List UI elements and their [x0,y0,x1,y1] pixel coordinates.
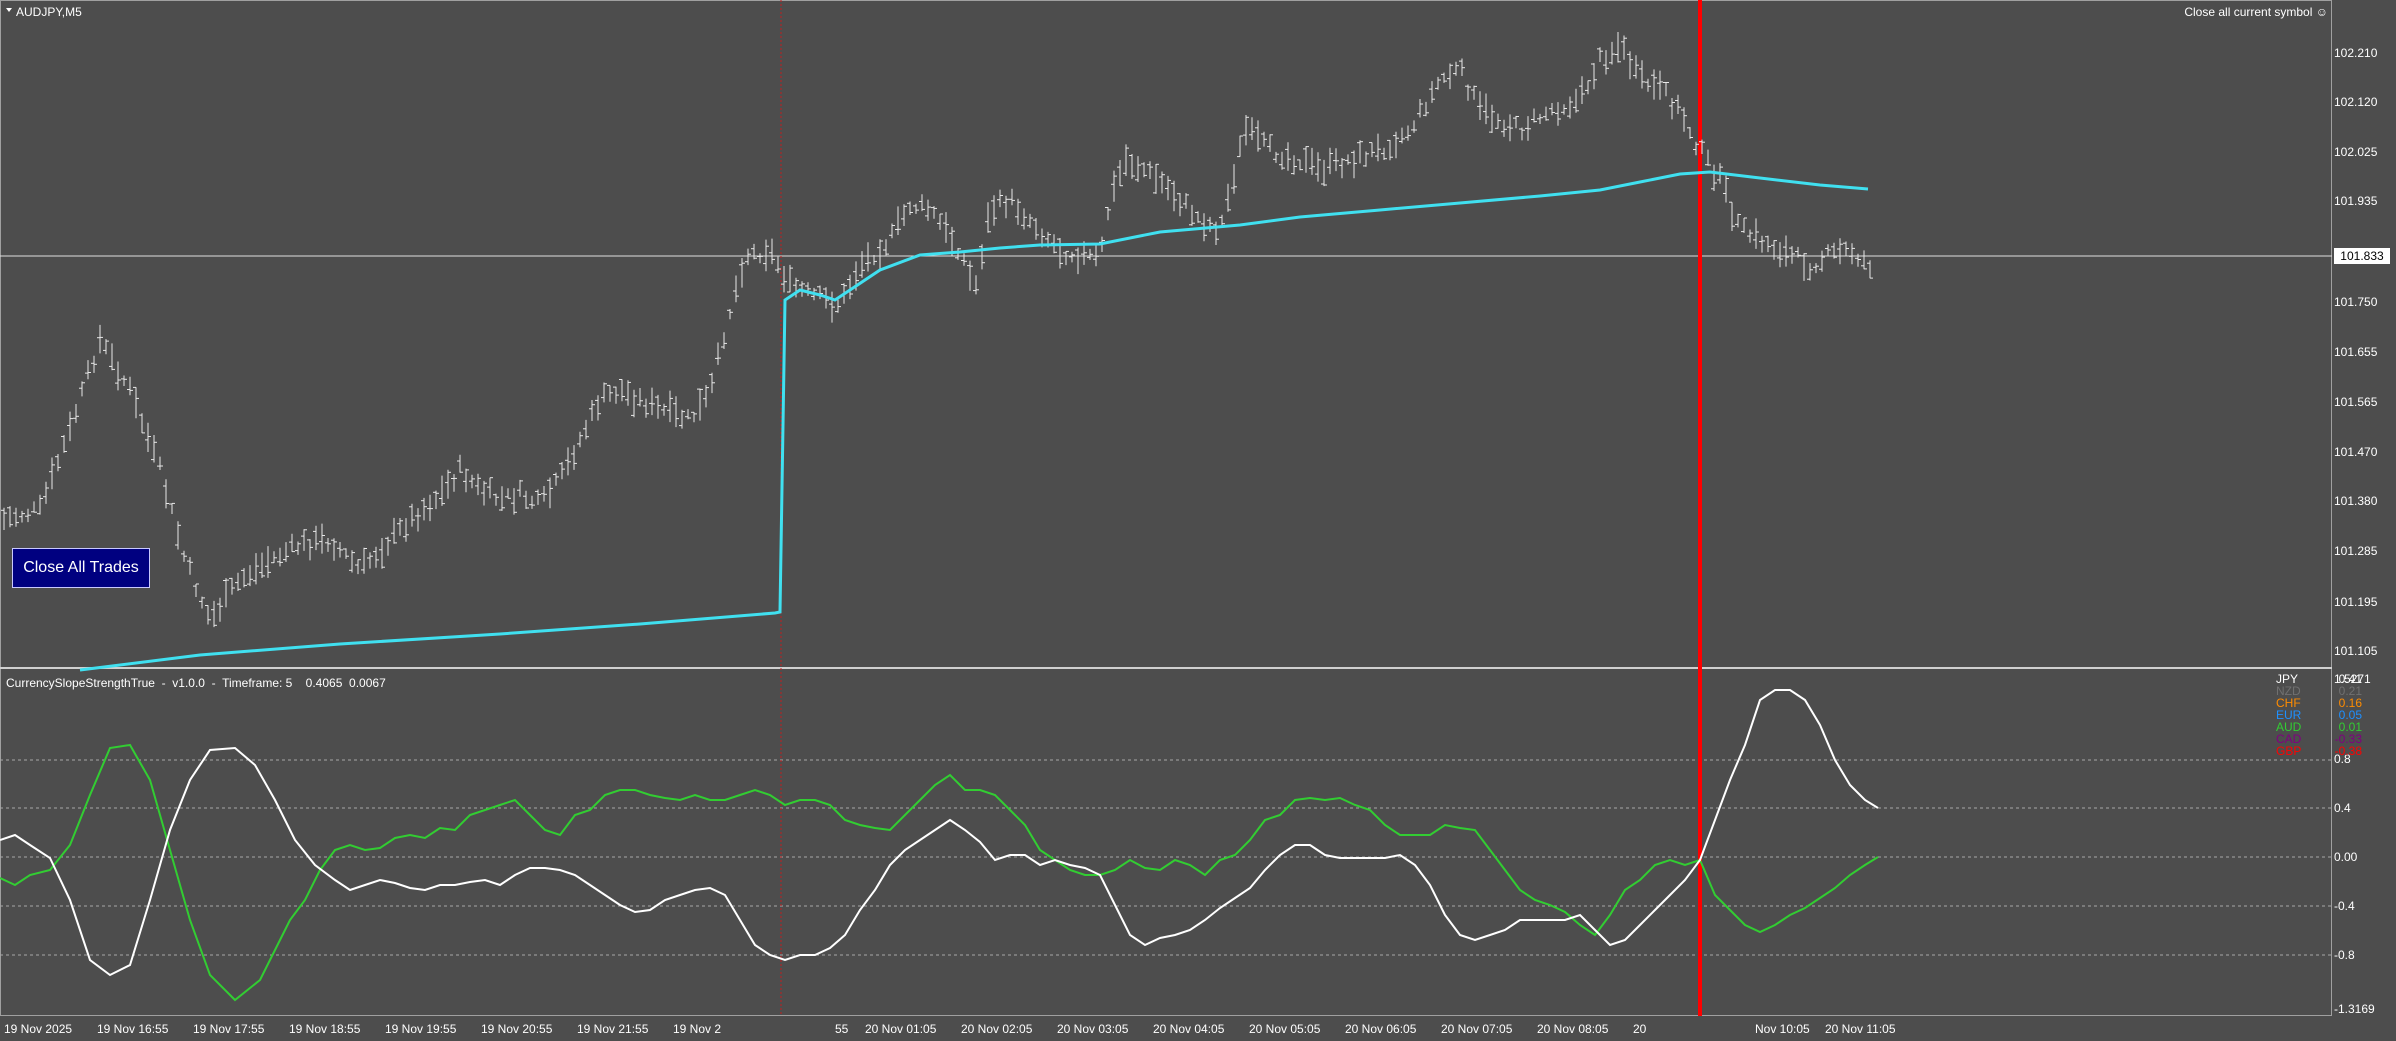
time-label: 20 Nov 11:05 [1825,1022,1896,1036]
time-label: 20 Nov 05:05 [1249,1022,1321,1036]
time-label: 19 Nov 2025 [4,1022,73,1036]
time-label: 19 Nov 19:55 [385,1022,457,1036]
price-label: 101.285 [2334,544,2378,558]
time-label: 55 [835,1022,849,1036]
indicator-axis-label: 0.00 [2334,850,2358,864]
chart-canvas[interactable] [0,0,2332,1016]
time-label: 20 Nov 02:05 [961,1022,1033,1036]
moving-average-line [79,170,1869,672]
time-label: 19 Nov 17:55 [193,1022,265,1036]
time-label: 19 Nov 16:55 [97,1022,169,1036]
indicator-title: CurrencySlopeStrengthTrue - v1.0.0 - Tim… [6,676,386,690]
price-label: 101.470 [2334,445,2378,459]
time-label: 20 Nov 04:05 [1153,1022,1225,1036]
time-label: 20 Nov 08:05 [1537,1022,1609,1036]
time-label: 19 Nov 21:55 [577,1022,649,1036]
price-label: 102.025 [2334,145,2378,159]
price-label: 102.120 [2334,95,2378,109]
legend-row-gbp: GBP -0.38 [2276,744,2362,758]
indicator-axis-label: -0.4 [2334,899,2355,913]
jpy-strength-line [0,689,1879,977]
price-bars [1,32,1873,628]
legend-currency: GBP [2276,744,2302,758]
price-label: 101.195 [2334,595,2378,609]
time-label: 20 Nov 03:05 [1057,1022,1129,1036]
price-label: 101.565 [2334,395,2378,409]
smiley-icon: ☺ [2315,5,2328,19]
indicator-axis-label: 0.4 [2334,801,2351,815]
price-label: 102.210 [2334,46,2378,60]
indicator-axis-label: -0.8 [2334,948,2355,962]
chart-border [0,0,2332,1016]
close-all-trades-button[interactable]: Close All Trades [12,548,150,588]
close-symbol-link[interactable]: Close all current symbol ☺ [2184,5,2328,19]
indicator-grid [0,759,2332,956]
time-label: Nov 10:05 [1755,1022,1810,1036]
time-label: 20 Nov 06:05 [1345,1022,1417,1036]
time-label: 19 Nov 20:55 [481,1022,553,1036]
time-label: 19 Nov 18:55 [289,1022,361,1036]
aud-strength-line [0,743,1879,1002]
price-label: 101.750 [2334,295,2378,309]
time-label: 20 Nov 01:05 [865,1022,937,1036]
price-label: 101.105 [2334,644,2378,658]
legend-value: -0.38 [2334,744,2362,758]
current-price-tag: 101.833 [2334,248,2390,264]
symbol-dropdown-icon [6,8,12,12]
price-label: 101.935 [2334,194,2378,208]
indicator-axis-label: -1.3169 [2334,1002,2375,1016]
time-label: 20 [1633,1022,1647,1036]
chart-symbol-title: AUDJPY,M5 [16,5,82,19]
time-label: 20 Nov 07:05 [1441,1022,1513,1036]
price-label: 101.655 [2334,345,2378,359]
price-label: 101.380 [2334,494,2378,508]
close-symbol-label: Close all current symbol [2184,5,2313,19]
time-label: 19 Nov 2 [673,1022,722,1036]
